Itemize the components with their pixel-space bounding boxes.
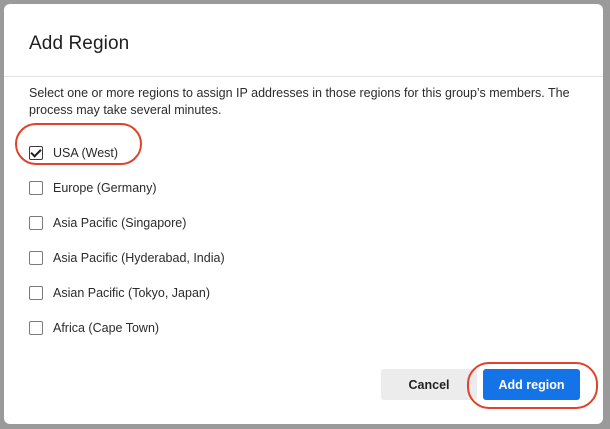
region-option-africa-cape-town[interactable]: Africa (Cape Town): [29, 310, 225, 345]
checkbox-icon[interactable]: [29, 285, 43, 300]
region-label: Africa (Cape Town): [53, 320, 160, 335]
checkbox-icon[interactable]: [29, 180, 43, 195]
checkbox-icon[interactable]: [29, 250, 43, 265]
dialog-description: Select one or more regions to assign IP …: [29, 86, 570, 117]
region-label: Asia Pacific (Singapore): [53, 215, 187, 230]
region-list: USA (West) Europe (Germany) Asia Pacific…: [29, 135, 225, 345]
checkbox-icon[interactable]: [29, 320, 43, 335]
region-label: Asian Pacific (Tokyo, Japan): [53, 285, 211, 300]
region-option-asia-hyderabad[interactable]: Asia Pacific (Hyderabad, India): [29, 240, 225, 275]
checkbox-icon[interactable]: [29, 215, 43, 230]
checkbox-checked-icon[interactable]: [29, 145, 43, 160]
region-label: Europe (Germany): [53, 180, 157, 195]
cancel-button[interactable]: Cancel: [381, 369, 477, 400]
region-option-europe-germany[interactable]: Europe (Germany): [29, 170, 225, 205]
title-divider: [4, 76, 603, 77]
region-label: USA (West): [53, 145, 119, 160]
region-label: Asia Pacific (Hyderabad, India): [53, 250, 225, 265]
region-option-asia-tokyo[interactable]: Asian Pacific (Tokyo, Japan): [29, 275, 225, 310]
region-option-usa-west[interactable]: USA (West): [29, 135, 225, 170]
region-option-asia-singapore[interactable]: Asia Pacific (Singapore): [29, 205, 225, 240]
dialog-title: Add Region: [29, 33, 130, 54]
add-region-button[interactable]: Add region: [483, 369, 580, 400]
add-region-dialog: Add Region Select one or more regions to…: [4, 4, 603, 424]
